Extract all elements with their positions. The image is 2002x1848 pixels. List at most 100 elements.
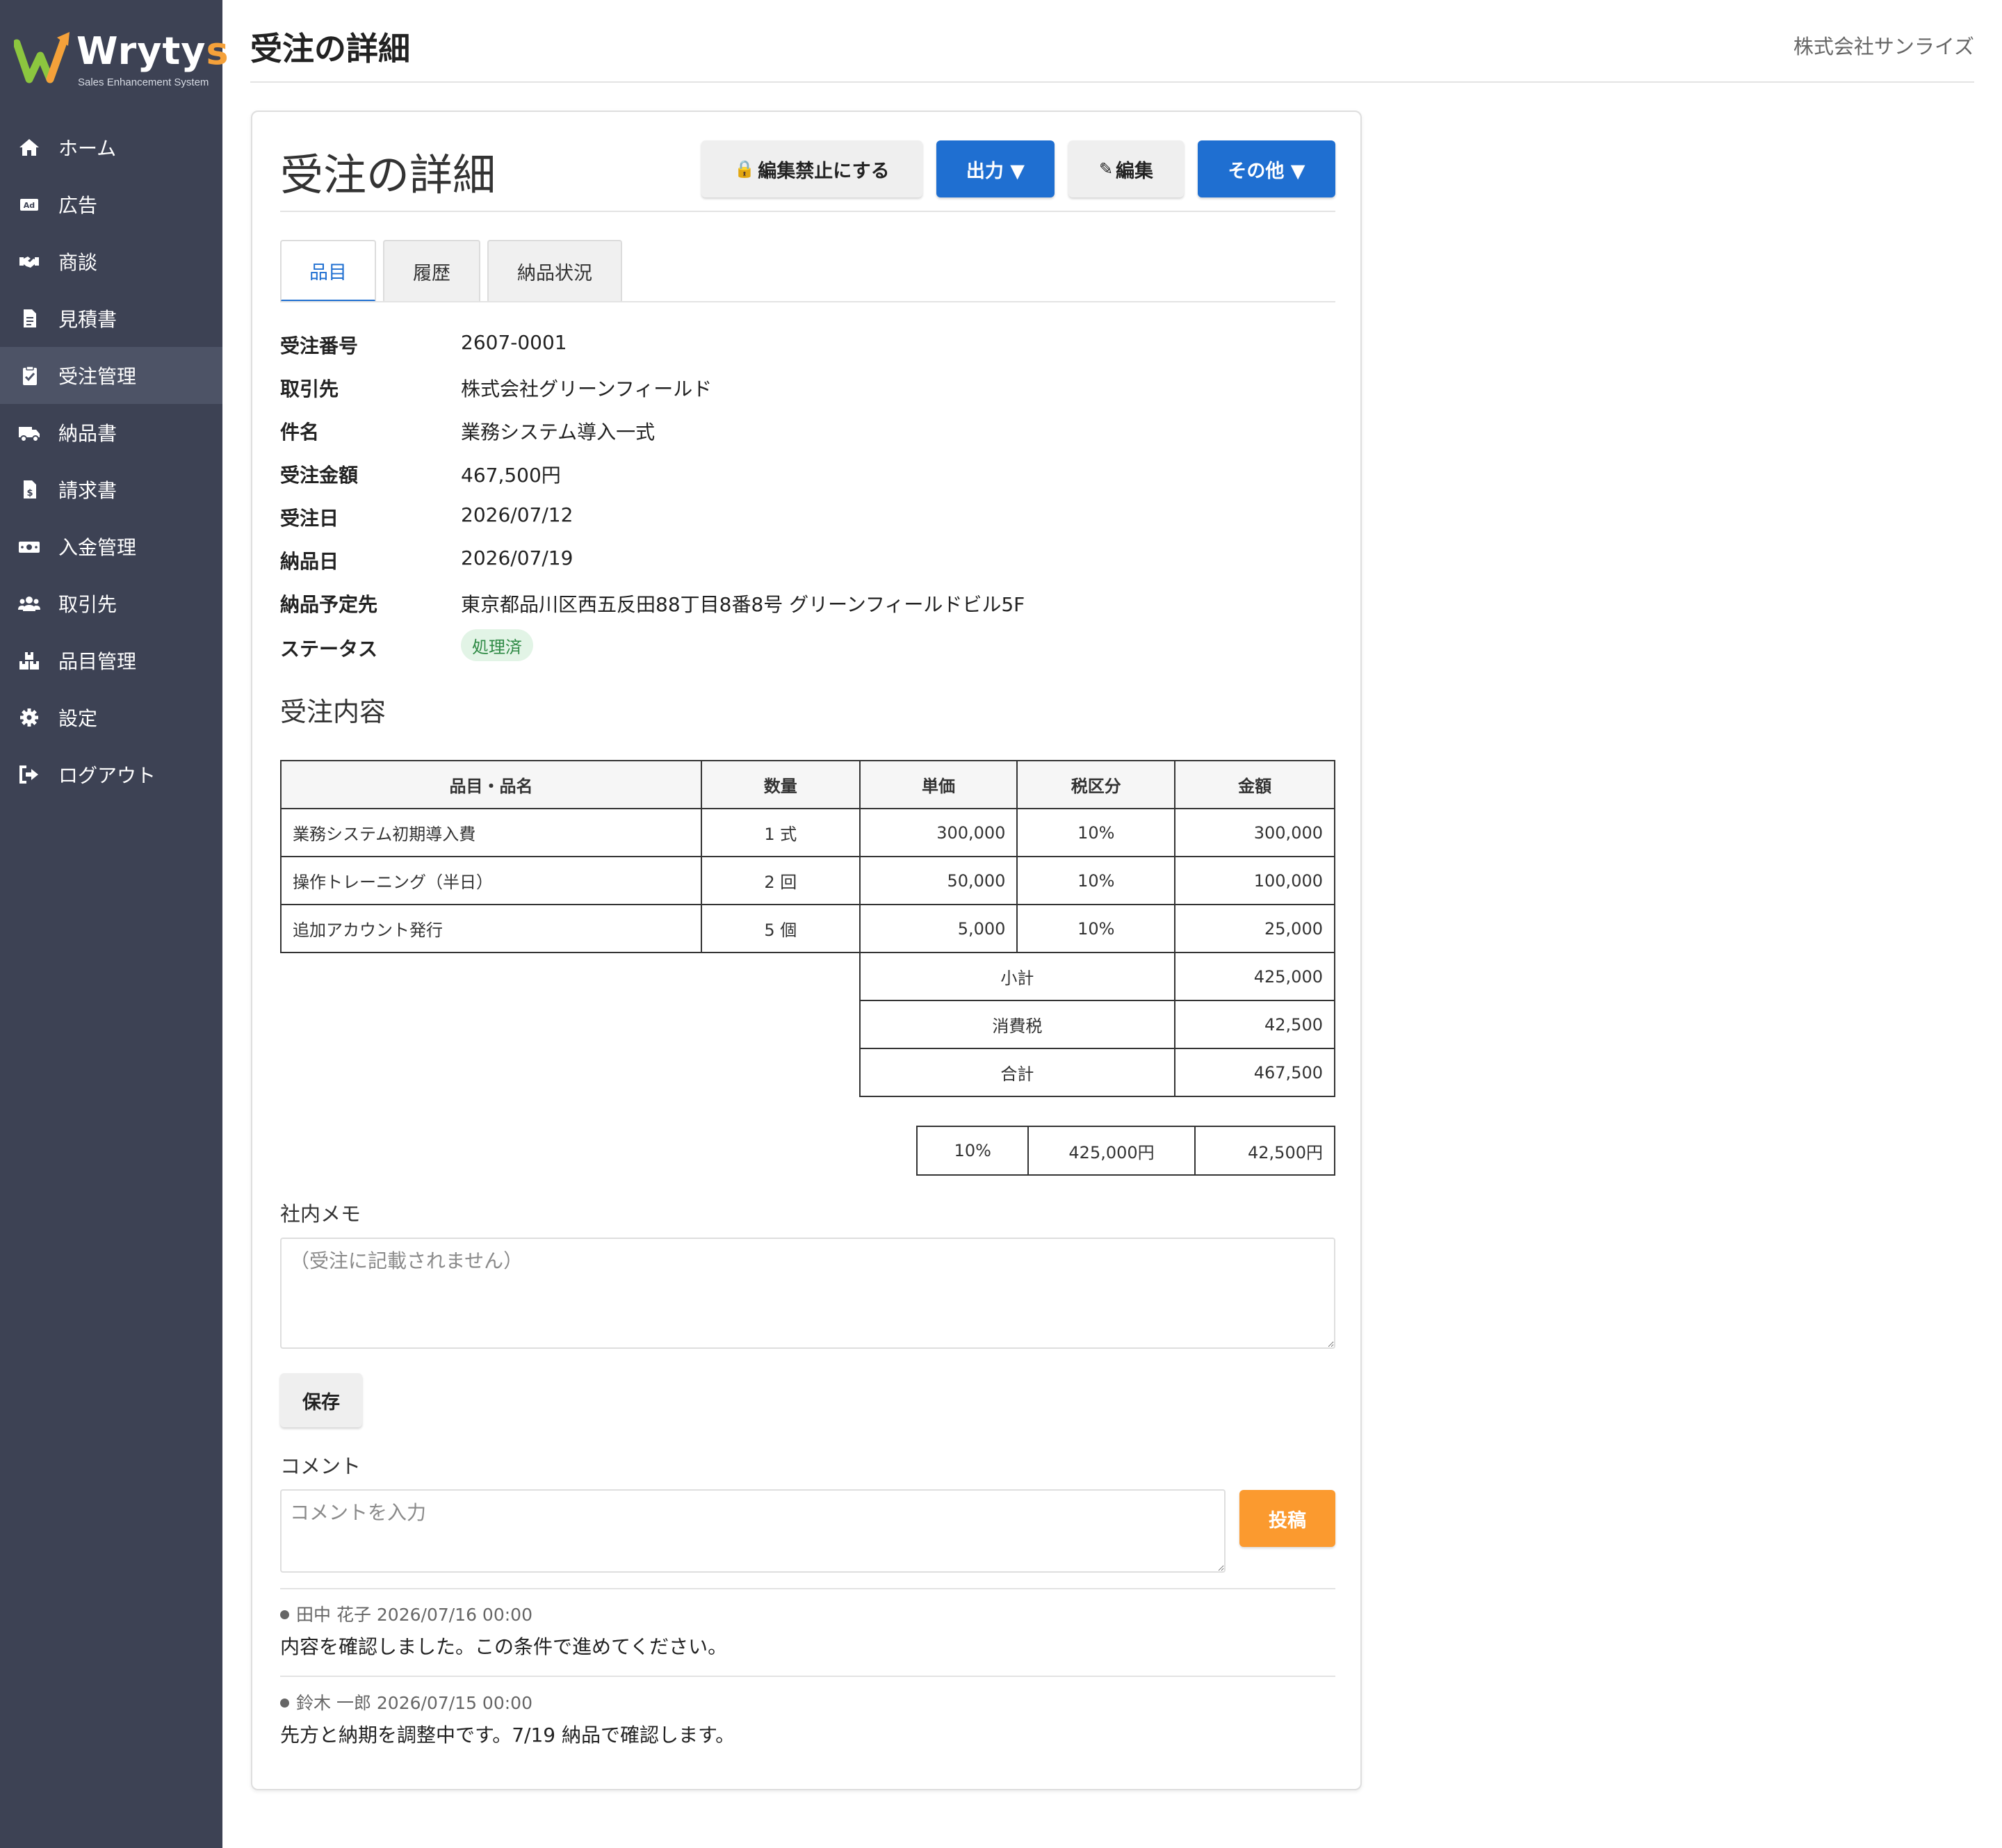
delivery-address-label: 納品予定先 bbox=[280, 593, 378, 616]
column-header-unit-price: 単価 bbox=[858, 760, 1018, 809]
consumption-tax-row: 消費税 42,500 bbox=[281, 1000, 1335, 1049]
amount-cell: 25,000 bbox=[1174, 904, 1335, 953]
tab-history[interactable]: 履歴 bbox=[383, 240, 480, 301]
tab-delivery-status[interactable]: 納品状況 bbox=[487, 240, 622, 301]
item-name-cell: 業務システム初期導入費 bbox=[280, 808, 702, 857]
save-memo-button[interactable]: 保存 bbox=[280, 1373, 362, 1427]
sidebar-item-home[interactable]: ホーム bbox=[0, 119, 222, 176]
sidebar-item-label: 取引先 bbox=[58, 593, 117, 616]
sidebar-item-payments[interactable]: 入金管理 bbox=[0, 518, 222, 575]
sidebar-item-deals[interactable]: 商談 bbox=[0, 233, 222, 290]
comment-body: 内容を確認しました。この条件で進めてください。 bbox=[280, 1635, 728, 1658]
sidebar-item-settings[interactable]: 設定 bbox=[0, 689, 222, 746]
sidebar-item-quotes[interactable]: 見積書 bbox=[0, 290, 222, 347]
sidebar-item-products[interactable]: 品目管理 bbox=[0, 632, 222, 689]
sidebar-item-label: ログアウト bbox=[58, 764, 156, 787]
subtotal-value: 425,000 bbox=[1174, 952, 1335, 1001]
company-name: 株式会社サンライズ bbox=[1793, 35, 1974, 58]
truck-icon bbox=[18, 421, 43, 444]
bullet-icon bbox=[280, 1610, 289, 1619]
unit-price-cell: 5,000 bbox=[858, 904, 1018, 953]
delivery-date-value: 2026/07/19 bbox=[461, 546, 573, 569]
order-number-value: 2607-0001 bbox=[461, 331, 567, 354]
output-dropdown-button[interactable]: 出力 ▼ bbox=[936, 140, 1055, 197]
tax-category-cell: 10% bbox=[1016, 808, 1176, 857]
consumption-tax-value: 42,500 bbox=[1174, 1000, 1335, 1049]
document-icon bbox=[18, 307, 43, 330]
consumption-tax-label: 消費税 bbox=[858, 1000, 1176, 1049]
home-icon bbox=[18, 136, 43, 159]
clipboard-check-icon bbox=[18, 364, 43, 387]
subtotal-label: 小計 bbox=[858, 952, 1176, 1001]
qty-cell: 5 個 bbox=[700, 904, 861, 953]
amount-cell: 100,000 bbox=[1174, 856, 1335, 905]
edit-button[interactable]: ✎ 編集 bbox=[1068, 140, 1184, 197]
tax-category-cell: 10% bbox=[1016, 904, 1176, 953]
subject-value: 業務システム導入一式 bbox=[461, 421, 656, 444]
blank-cell bbox=[281, 1000, 861, 1048]
sidebar-item-label: 納品書 bbox=[58, 422, 117, 445]
gear-icon bbox=[18, 706, 43, 729]
order-amount-value: 467,500円 bbox=[461, 464, 561, 487]
sidebar-item-orders[interactable]: 受注管理 bbox=[0, 347, 222, 404]
sidebar-item-label: ホーム bbox=[58, 137, 117, 160]
order-date-value: 2026/07/12 bbox=[461, 503, 573, 526]
sidebar-item-delivery-notes[interactable]: 納品書 bbox=[0, 404, 222, 461]
comment-body: 先方と納期を調整中です。7/19 納品で確認します。 bbox=[280, 1724, 735, 1746]
comment-divider bbox=[280, 1676, 1335, 1677]
internal-memo-label: 社内メモ bbox=[280, 1202, 361, 1226]
total-label: 合計 bbox=[858, 1048, 1176, 1097]
tax-amount-cell: 42,500円 bbox=[1194, 1126, 1336, 1176]
more-dropdown-button[interactable]: その他 ▼ bbox=[1198, 140, 1335, 197]
table-row: 業務システム初期導入費 1 式 300,000 10% 300,000 bbox=[280, 808, 1335, 857]
money-icon bbox=[18, 535, 43, 558]
sidebar-item-ads[interactable]: Ad 広告 bbox=[0, 176, 222, 233]
order-items-table: 品目・品名 数量 単価 税区分 金額 業務システム初期導入費 1 式 300,0… bbox=[280, 760, 1335, 1097]
brand-tagline: Sales Enhancement System bbox=[78, 76, 209, 88]
title-divider bbox=[280, 211, 1335, 212]
table-row: 追加アカウント発行 5 個 5,000 10% 25,000 bbox=[280, 904, 1335, 953]
comment-meta: 鈴木 一郎 2026/07/15 00:00 bbox=[280, 1689, 532, 1715]
post-comment-button[interactable]: 投稿 bbox=[1239, 1490, 1335, 1547]
client-value: 株式会社グリーンフィールド bbox=[461, 378, 713, 400]
client-label: 取引先 bbox=[280, 378, 339, 400]
table-row: 操作トレーニング（半日） 2 回 50,000 10% 100,000 bbox=[280, 856, 1335, 905]
sidebar-item-label: 受注管理 bbox=[58, 365, 137, 388]
page-title: 受注の詳細 bbox=[250, 30, 410, 67]
sidebar-item-logout[interactable]: ログアウト bbox=[0, 746, 222, 803]
header-divider bbox=[250, 81, 1974, 83]
sidebar-item-label: 設定 bbox=[58, 707, 98, 730]
svg-text:Ad: Ad bbox=[24, 201, 35, 210]
comment-input[interactable] bbox=[280, 1489, 1226, 1573]
comments-label: コメント bbox=[280, 1454, 361, 1478]
svg-text:$: $ bbox=[26, 488, 33, 499]
logout-icon bbox=[18, 763, 43, 786]
tax-category-cell: 10% bbox=[1016, 856, 1176, 905]
ad-icon: Ad bbox=[18, 193, 43, 216]
sidebar: Wrytys Sales Enhancement System ホーム Ad 広… bbox=[0, 0, 229, 1848]
blank-cell bbox=[281, 1048, 861, 1096]
delivery-date-label: 納品日 bbox=[280, 550, 339, 573]
blank-cell bbox=[281, 953, 861, 1000]
lock-edit-button[interactable]: 🔒 編集禁止にする bbox=[701, 140, 922, 197]
unit-price-cell: 50,000 bbox=[858, 856, 1018, 905]
sidebar-item-invoices[interactable]: $ 請求書 bbox=[0, 461, 222, 518]
sidebar-item-clients[interactable]: 取引先 bbox=[0, 575, 222, 632]
logo-w-icon bbox=[14, 32, 70, 83]
internal-memo-textarea[interactable] bbox=[280, 1238, 1335, 1349]
sidebar-item-label: 入金管理 bbox=[58, 536, 137, 559]
brand-logo[interactable]: Wrytys Sales Enhancement System bbox=[14, 26, 229, 96]
tabs-divider bbox=[280, 301, 1335, 302]
total-value: 467,500 bbox=[1174, 1048, 1335, 1097]
column-header-qty: 数量 bbox=[700, 760, 861, 809]
table-header-row: 品目・品名 数量 単価 税区分 金額 bbox=[280, 760, 1335, 809]
sidebar-item-label: 広告 bbox=[58, 194, 98, 217]
comment-divider bbox=[280, 1588, 1335, 1589]
order-date-label: 受注日 bbox=[280, 507, 339, 530]
comment-meta: 田中 花子 2026/07/16 00:00 bbox=[280, 1601, 532, 1626]
order-number-label: 受注番号 bbox=[280, 334, 359, 357]
tab-items[interactable]: 品目 bbox=[280, 240, 376, 302]
subtotal-row: 小計 425,000 bbox=[281, 952, 1335, 1001]
invoice-icon: $ bbox=[18, 478, 43, 501]
tax-breakdown-row: 10% 425,000円 42,500円 bbox=[915, 1126, 1336, 1176]
